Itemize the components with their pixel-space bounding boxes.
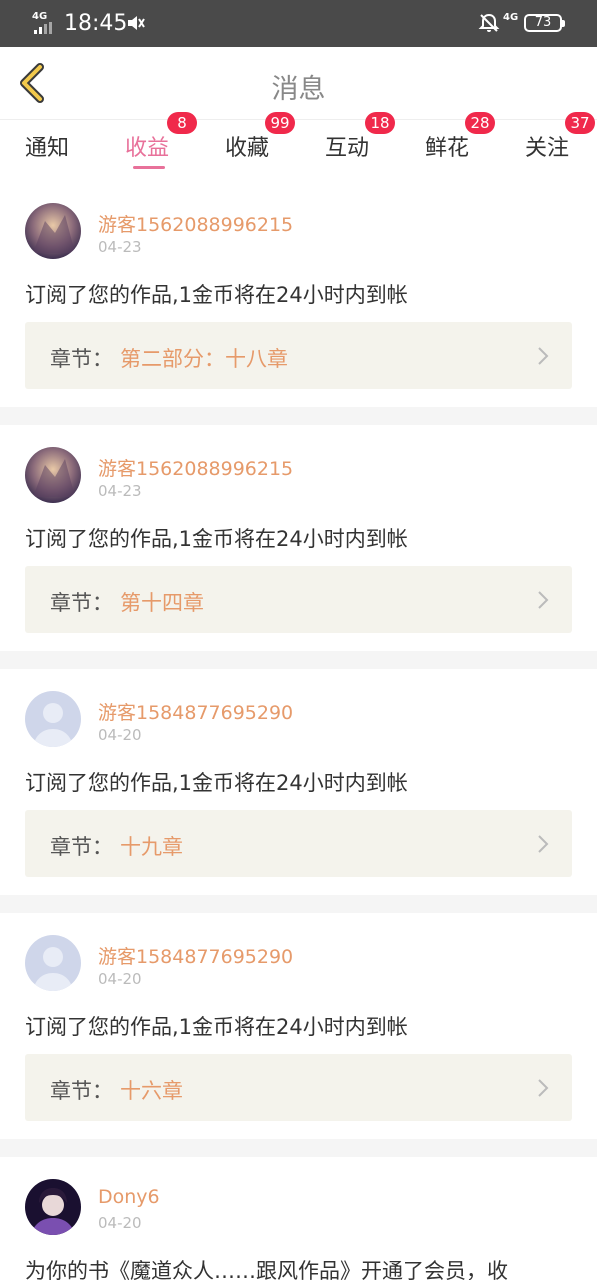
message-date: 04-20 xyxy=(98,1214,142,1232)
unread-badge: 99 xyxy=(265,112,295,134)
message-card: 游客1584877695290 04-20 订阅了您的作品,1金币将在24小时内… xyxy=(0,913,597,1139)
status-bar: 4G 18:45 4G 73 xyxy=(0,0,597,47)
unread-badge: 18 xyxy=(365,112,395,134)
tab-label: 收益 xyxy=(125,136,170,161)
tab-flowers[interactable]: 鲜花 28 xyxy=(425,112,495,162)
bell-off-icon xyxy=(478,13,500,32)
network-type-right: 4G xyxy=(503,12,519,23)
chapter-name: 第二部分：十八章 xyxy=(120,347,288,371)
chapter-name: 第十四章 xyxy=(120,591,204,615)
tab-interactions[interactable]: 互动 18 xyxy=(325,112,395,162)
username[interactable]: Dony6 xyxy=(98,1186,160,1208)
avatar[interactable] xyxy=(25,447,81,503)
unread-badge: 28 xyxy=(465,112,495,134)
network-type-left: 4G xyxy=(32,11,48,22)
chevron-right-icon xyxy=(538,835,549,853)
username[interactable]: 游客1584877695290 xyxy=(98,942,293,969)
header: 消息 xyxy=(0,47,597,119)
tab-favorites[interactable]: 收藏 99 xyxy=(225,112,295,162)
chapter-link[interactable]: 章节： 十九章 xyxy=(25,810,572,877)
avatar[interactable] xyxy=(25,203,81,259)
tab-label: 收藏 xyxy=(225,136,270,161)
chapter-name: 十九章 xyxy=(120,835,183,859)
message-text: 为你的书《魔道众人……跟风作品》开通了会员，收 xyxy=(25,1259,508,1280)
mute-icon xyxy=(128,16,145,30)
tab-earnings[interactable]: 收益 8 xyxy=(125,112,197,162)
tab-label: 关注 xyxy=(525,136,570,161)
username[interactable]: 游客1584877695290 xyxy=(98,698,293,725)
tab-notifications[interactable]: 通知 xyxy=(25,130,69,162)
chapter-label: 章节： xyxy=(50,591,113,615)
message-date: 04-23 xyxy=(98,238,142,256)
page-title: 消息 xyxy=(271,74,326,105)
battery-icon: 73 xyxy=(524,14,565,32)
message-date: 04-20 xyxy=(98,726,142,744)
username[interactable]: 游客1562088996215 xyxy=(98,454,293,481)
chapter-label: 章节： xyxy=(50,347,113,371)
tab-bar: 通知 收益 8 收藏 99 互动 18 鲜花 28 关注 37 xyxy=(0,112,597,181)
tab-label: 互动 xyxy=(325,136,370,161)
message-text: 订阅了您的作品,1金币将在24小时内到帐 xyxy=(25,771,408,795)
chapter-link[interactable]: 章节： 第二部分：十八章 xyxy=(25,322,572,389)
message-card: Dony6 04-20 为你的书《魔道众人……跟风作品》开通了会员，收 xyxy=(0,1157,597,1280)
default-avatar-icon[interactable] xyxy=(25,935,81,991)
message-date: 04-20 xyxy=(98,970,142,988)
message-text: 订阅了您的作品,1金币将在24小时内到帐 xyxy=(25,1015,408,1039)
chapter-label: 章节： xyxy=(50,835,113,859)
unread-badge: 8 xyxy=(167,112,197,134)
avatar[interactable] xyxy=(25,1179,81,1235)
message-text: 订阅了您的作品,1金币将在24小时内到帐 xyxy=(25,283,408,307)
chevron-right-icon xyxy=(538,347,549,365)
default-avatar-icon[interactable] xyxy=(25,691,81,747)
chapter-link[interactable]: 章节： 第十四章 xyxy=(25,566,572,633)
unread-badge: 37 xyxy=(565,112,595,134)
tab-follows[interactable]: 关注 37 xyxy=(525,112,595,162)
chapter-label: 章节： xyxy=(50,1079,113,1103)
message-text: 订阅了您的作品,1金币将在24小时内到帐 xyxy=(25,527,408,551)
chapter-name: 十六章 xyxy=(120,1079,183,1103)
message-card: 游客1584877695290 04-20 订阅了您的作品,1金币将在24小时内… xyxy=(0,669,597,895)
message-card: 游客1562088996215 04-23 订阅了您的作品,1金币将在24小时内… xyxy=(0,425,597,651)
status-time: 18:45 xyxy=(64,11,128,36)
username[interactable]: 游客1562088996215 xyxy=(98,210,293,237)
chevron-right-icon xyxy=(538,591,549,609)
chevron-right-icon xyxy=(538,1079,549,1097)
active-tab-indicator xyxy=(133,166,165,169)
tab-label: 通知 xyxy=(25,136,70,161)
signal-icon xyxy=(34,22,54,34)
chapter-link[interactable]: 章节： 十六章 xyxy=(25,1054,572,1121)
tab-label: 鲜花 xyxy=(425,136,470,161)
message-date: 04-23 xyxy=(98,482,142,500)
message-card: 游客1562088996215 04-23 订阅了您的作品,1金币将在24小时内… xyxy=(0,181,597,407)
